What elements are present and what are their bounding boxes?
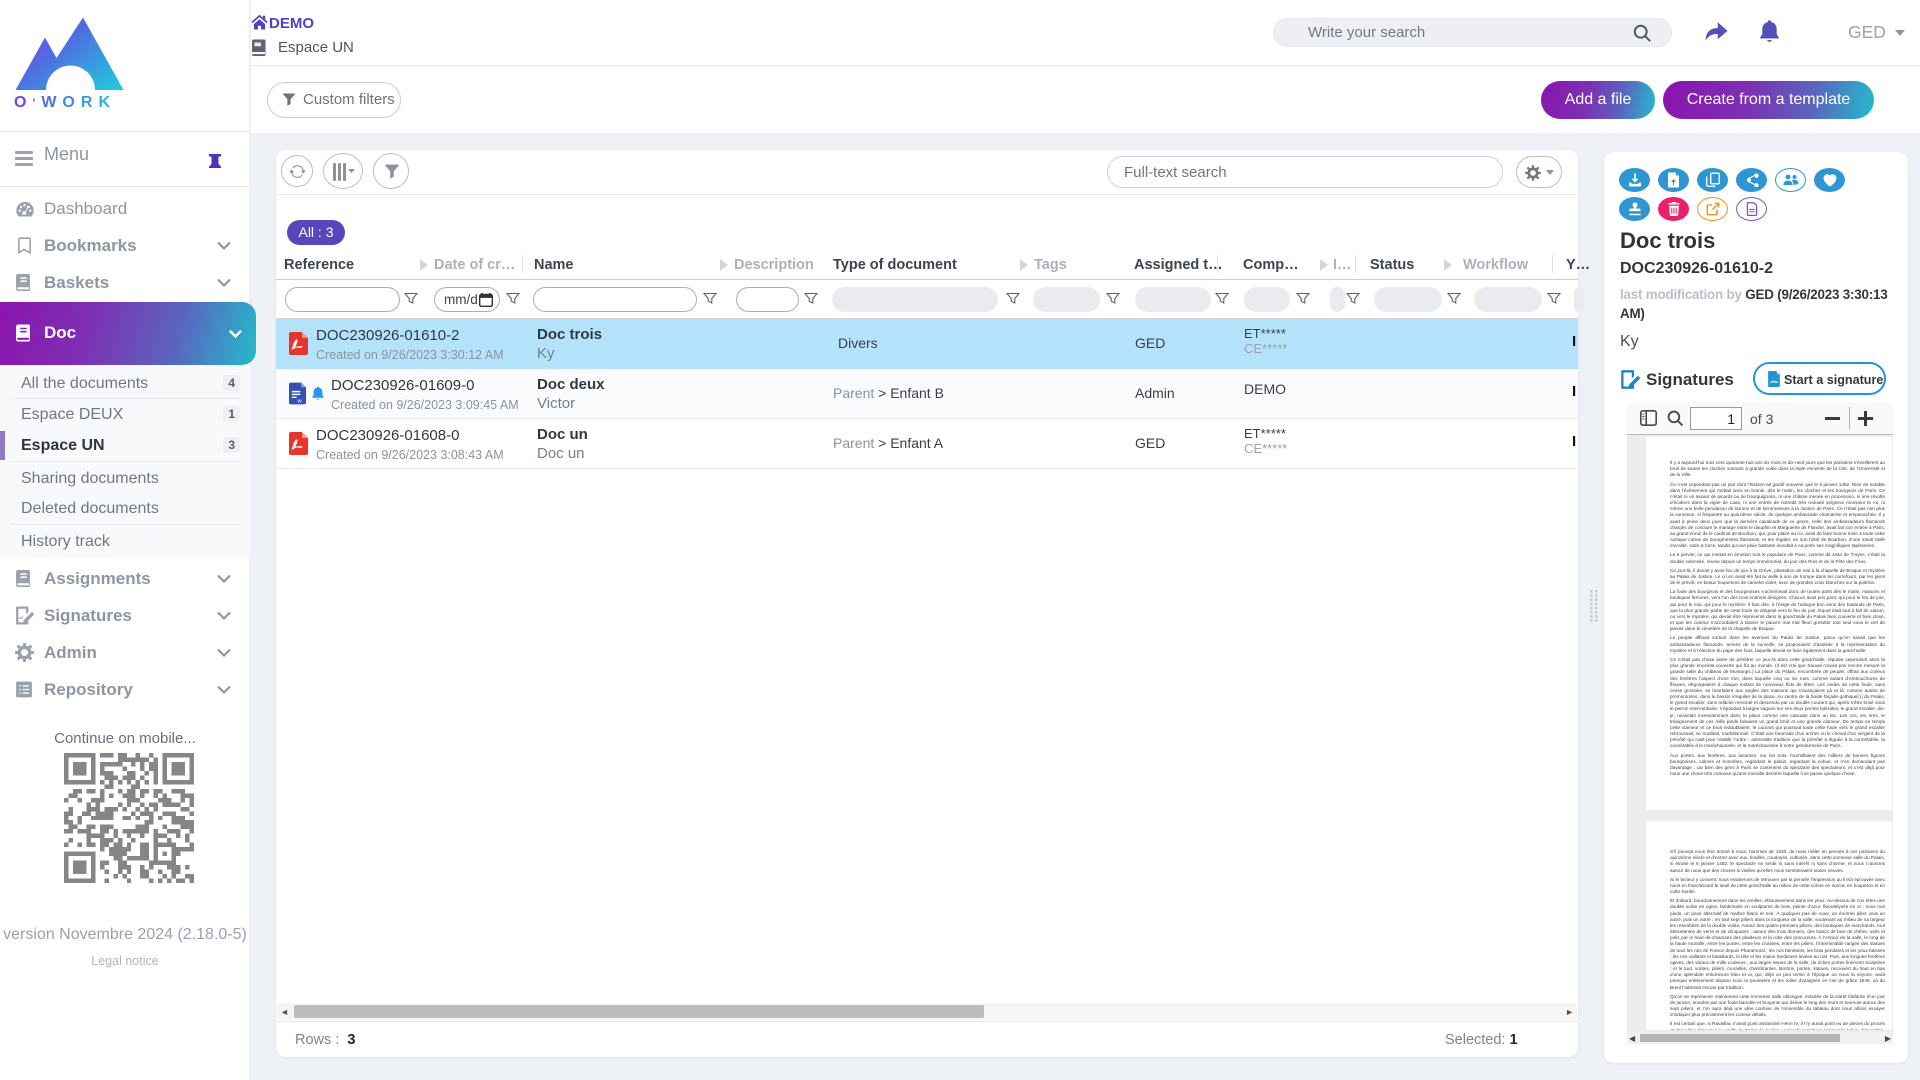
svg-text:w: w — [297, 399, 303, 405]
